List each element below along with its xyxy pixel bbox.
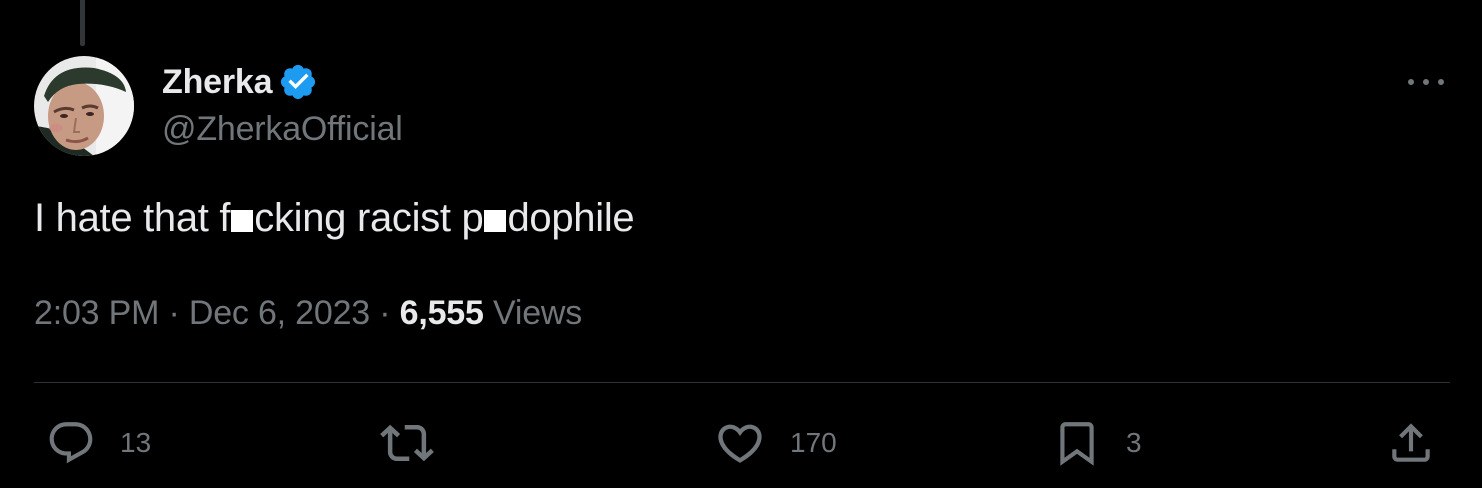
reply-icon — [46, 418, 96, 468]
views-label: Views — [492, 294, 583, 332]
share-button[interactable] — [1386, 418, 1436, 468]
tweet-text-part: I hate that f — [34, 196, 231, 240]
author-name-row: Zherka — [162, 60, 318, 104]
tweet-time[interactable]: 2:03 PM — [34, 294, 159, 332]
share-icon — [1386, 418, 1436, 468]
tweet-meta: 2:03 PM · Dec 6, 2023 · 6,555 Views — [34, 294, 582, 333]
like-count: 170 — [790, 427, 837, 458]
bookmark-button[interactable]: 3 — [1052, 418, 1142, 468]
meta-separator: · — [379, 294, 391, 332]
avatar[interactable] — [34, 56, 134, 156]
like-button[interactable]: 170 — [714, 418, 837, 468]
bookmark-icon — [1052, 417, 1102, 469]
reply-button[interactable]: 13 — [46, 418, 151, 468]
tweet-text-part: cking racist p — [254, 196, 484, 240]
more-options-icon[interactable] — [1408, 72, 1444, 92]
bookmark-count: 3 — [1126, 427, 1142, 458]
tweet-text-part: dophile — [507, 196, 635, 240]
author-display-name[interactable]: Zherka — [162, 63, 272, 102]
verified-badge-icon[interactable] — [278, 62, 318, 102]
retweet-button[interactable] — [380, 418, 434, 468]
thread-connector-line — [80, 0, 85, 46]
tweet-date[interactable]: Dec 6, 2023 — [189, 294, 370, 332]
views-count: 6,555 — [399, 294, 484, 332]
tweet-text: I hate that f cking racist p dophile — [34, 196, 635, 241]
retweet-icon — [380, 416, 434, 470]
reply-count: 13 — [120, 427, 152, 458]
divider — [34, 382, 1450, 383]
heart-icon — [714, 417, 766, 469]
avatar-image — [34, 56, 134, 156]
censor-box — [484, 210, 507, 232]
censor-box — [231, 210, 254, 232]
meta-separator: · — [168, 294, 180, 332]
author-handle[interactable]: @ZherkaOfficial — [162, 110, 403, 149]
